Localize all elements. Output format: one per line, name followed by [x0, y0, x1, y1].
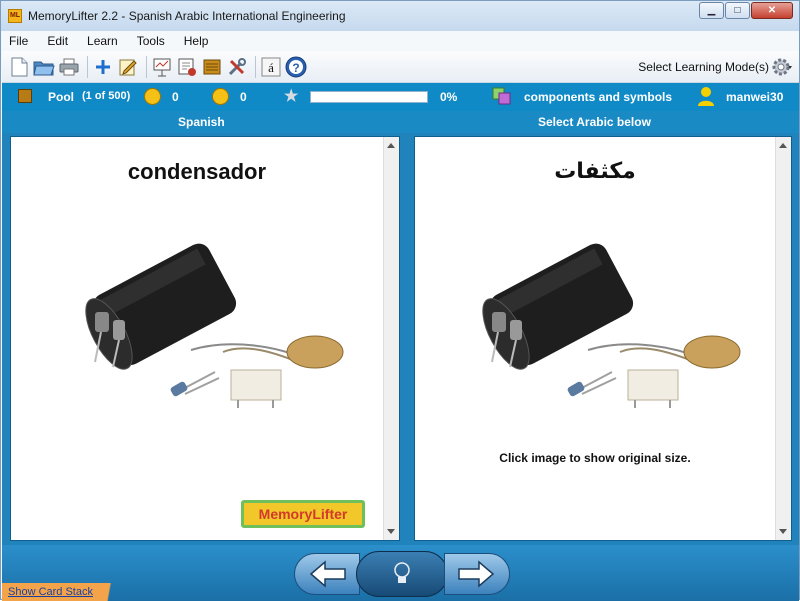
- answer-scrollbar[interactable]: [775, 137, 791, 540]
- logo-text-lifter: Lifter: [312, 506, 348, 522]
- title-bar: ML MemoryLifter 2.2 - Spanish Arabic Int…: [1, 1, 799, 31]
- card-stack-icon[interactable]: [201, 56, 223, 78]
- select-learning-mode-button[interactable]: Select Learning Mode(s): [638, 60, 769, 74]
- image-hint: Click image to show original size.: [499, 451, 691, 465]
- correct-count: 0: [172, 90, 179, 104]
- question-word: condensador: [127, 159, 267, 184]
- pane-headers: Spanish Select Arabic below: [2, 111, 799, 133]
- question-scrollbar[interactable]: [383, 137, 399, 540]
- menu-edit[interactable]: Edit: [47, 34, 68, 48]
- box-label: Pool: [48, 90, 74, 104]
- previous-button[interactable]: [294, 553, 360, 595]
- help-icon[interactable]: ?: [285, 56, 307, 78]
- memorylifter-logo-icon: ML: [8, 9, 22, 23]
- correct-smiley-icon: [144, 88, 161, 105]
- memorylifter-logo: MemoryLifter: [241, 500, 365, 528]
- maximize-button[interactable]: □: [725, 2, 750, 19]
- options-icon[interactable]: [226, 56, 248, 78]
- wrong-count: 0: [240, 90, 247, 104]
- presentation-icon[interactable]: [151, 56, 173, 78]
- menu-file[interactable]: File: [9, 34, 28, 48]
- menu-tools[interactable]: Tools: [137, 34, 165, 48]
- question-header: Spanish: [178, 115, 225, 129]
- star-icon: ★: [284, 88, 299, 105]
- bottom-bar: Show Card Stack: [2, 545, 799, 601]
- toolbar: á ? Select Learning Mode(s): [2, 51, 799, 83]
- toolbar-separator: [87, 55, 88, 78]
- progress-percent: 0%: [440, 90, 458, 104]
- menu-bar: File Edit Learn Tools Help: [2, 31, 799, 51]
- minimize-button[interactable]: ▁: [699, 2, 724, 19]
- capacitor-image[interactable]: [470, 232, 750, 412]
- add-card-icon[interactable]: [92, 56, 114, 78]
- answer-word: مكثفات: [554, 159, 636, 184]
- answer-header: Select Arabic below: [538, 115, 651, 129]
- window-title: MemoryLifter 2.2 - Spanish Arabic Intern…: [28, 9, 346, 23]
- capacitor-image[interactable]: [73, 232, 353, 412]
- card-settings-icon[interactable]: [176, 56, 198, 78]
- next-button[interactable]: [444, 553, 510, 595]
- wrong-smiley-icon: [212, 88, 229, 105]
- card-area: condensador MemoryLifter مكثفات Click im…: [2, 133, 799, 545]
- close-button[interactable]: ✕: [751, 2, 793, 19]
- new-icon[interactable]: [8, 56, 30, 78]
- chapter-icon: [492, 86, 512, 106]
- print-icon[interactable]: [58, 56, 80, 78]
- app-window: ML MemoryLifter 2.2 - Spanish Arabic Int…: [0, 0, 800, 601]
- arrow-right-icon: [458, 560, 495, 588]
- answer-pane: مكثفات Click image to show original size…: [414, 136, 792, 541]
- character-map-icon[interactable]: á: [260, 56, 282, 78]
- question-pane: condensador MemoryLifter: [10, 136, 400, 541]
- toolbar-separator: [255, 55, 256, 78]
- menu-help[interactable]: Help: [184, 34, 209, 48]
- lightbulb-icon: [394, 562, 410, 583]
- progress-bar: [310, 91, 428, 103]
- chapter-name[interactable]: components and symbols: [524, 90, 672, 104]
- hint-button[interactable]: [356, 551, 448, 597]
- user-name[interactable]: manwei30: [726, 90, 783, 104]
- help-glyph: ?: [292, 61, 299, 75]
- toolbar-separator: [146, 55, 147, 78]
- box-count: (1 of 500): [82, 90, 131, 102]
- arrow-left-icon: [309, 560, 346, 588]
- user-icon: [697, 86, 715, 106]
- logo-text-memory: Memory: [258, 506, 313, 522]
- character-map-glyph: á: [268, 60, 274, 75]
- pool-box-icon: [18, 89, 32, 103]
- menu-learn[interactable]: Learn: [87, 34, 118, 48]
- show-card-stack-link[interactable]: Show Card Stack: [2, 583, 126, 601]
- open-icon[interactable]: [33, 56, 55, 78]
- edit-icon[interactable]: [117, 56, 139, 78]
- learning-mode-gear-icon[interactable]: [771, 56, 793, 78]
- status-bar: Pool (1 of 500) 0 0 ★ 0% components and …: [2, 83, 799, 111]
